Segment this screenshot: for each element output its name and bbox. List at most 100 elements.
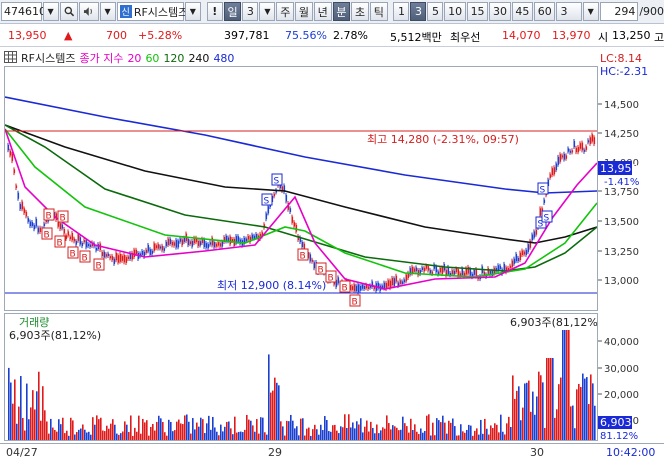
candle-body bbox=[209, 242, 212, 245]
volume-bar bbox=[288, 421, 290, 440]
legend-ma480[interactable]: 480 bbox=[213, 52, 234, 65]
volume-bar bbox=[562, 330, 564, 440]
signal-label: B bbox=[82, 254, 88, 264]
period-dropdown-icon[interactable]: ▼ bbox=[259, 2, 276, 21]
legend-ma60[interactable]: 60 bbox=[145, 52, 159, 65]
volume-bar bbox=[296, 426, 298, 440]
volume-bar bbox=[164, 432, 166, 440]
name-dropdown-icon[interactable]: ▼ bbox=[184, 2, 201, 21]
candle-body bbox=[521, 250, 524, 256]
volume-bar bbox=[60, 424, 62, 440]
period-second-button[interactable]: 초 bbox=[351, 2, 369, 21]
price-axis-label: 14,500 bbox=[604, 100, 639, 111]
volume-bar bbox=[66, 430, 68, 440]
volume-bar bbox=[248, 419, 250, 440]
minute-1-button[interactable]: 1 bbox=[393, 2, 410, 21]
minute-3-button[interactable]: 3 bbox=[410, 2, 427, 21]
candle-body bbox=[15, 185, 18, 188]
code-dropdown-icon[interactable]: ▼ bbox=[42, 2, 59, 21]
minute-30-button[interactable]: 30 bbox=[489, 2, 511, 21]
volume-bar bbox=[344, 414, 346, 440]
volume-bar bbox=[460, 424, 462, 440]
search-icon[interactable] bbox=[59, 2, 79, 21]
price-axis-label: 13,500 bbox=[604, 217, 639, 228]
volume-bar bbox=[40, 420, 42, 440]
period-month-button[interactable]: 월 bbox=[295, 2, 313, 21]
volume-bar bbox=[126, 424, 128, 440]
volume-bar bbox=[422, 432, 424, 440]
volume-bar bbox=[312, 429, 314, 440]
period-minute-button[interactable]: 분 bbox=[332, 2, 351, 21]
volume-title: 거래량 bbox=[19, 316, 49, 329]
candle-body bbox=[383, 282, 386, 289]
signal-label: B bbox=[352, 298, 358, 308]
volume-bar bbox=[388, 423, 390, 440]
minute-5-button[interactable]: 5 bbox=[427, 2, 444, 21]
volume-bar bbox=[552, 358, 554, 440]
best-bid: 13,970 bbox=[552, 29, 591, 42]
volume-bar bbox=[524, 383, 526, 440]
candle-body bbox=[517, 257, 520, 262]
candle-body bbox=[587, 140, 590, 143]
legend-ma240[interactable]: 240 bbox=[188, 52, 209, 65]
volume-bar bbox=[338, 433, 340, 440]
candle-body bbox=[267, 206, 270, 214]
period-value-input[interactable]: 3 bbox=[242, 2, 259, 21]
minute-45-button[interactable]: 45 bbox=[511, 2, 534, 21]
legend-ma-title[interactable]: 종가 지수 bbox=[79, 50, 123, 66]
price-chart-pane[interactable]: 최고 14,280 (-2.31%, 09:57) 최저 12,900 (8.1… bbox=[4, 66, 598, 311]
volume-bar bbox=[306, 428, 308, 440]
legend-ma20[interactable]: 20 bbox=[127, 52, 141, 65]
volume-bar bbox=[158, 415, 160, 440]
period-tick-button[interactable]: 틱 bbox=[369, 2, 388, 21]
credit-badge: 신 bbox=[119, 5, 132, 18]
minute-10-button[interactable]: 10 bbox=[444, 2, 466, 21]
volume-bar bbox=[350, 427, 352, 440]
display-count-input[interactable]: 294 bbox=[599, 2, 639, 21]
sound-dropdown-icon[interactable]: ▼ bbox=[99, 2, 116, 21]
candle-body bbox=[155, 245, 158, 249]
volume-bar bbox=[570, 406, 572, 440]
volume-bar bbox=[466, 429, 468, 440]
stock-name-box[interactable]: 신 RF시스템즈 bbox=[116, 2, 188, 21]
candle-body bbox=[551, 168, 554, 176]
legend-stock-name[interactable]: RF시스템즈 bbox=[21, 50, 75, 66]
grid-icon[interactable] bbox=[4, 50, 17, 66]
alert-button[interactable]: ! bbox=[206, 2, 223, 21]
candle-body bbox=[207, 244, 210, 249]
volume-bar bbox=[8, 367, 10, 440]
candle-body bbox=[403, 279, 406, 283]
period-year-button[interactable]: 년 bbox=[313, 2, 332, 21]
change-arrow-icon: ▲ bbox=[64, 29, 73, 42]
candle-body bbox=[215, 243, 218, 247]
volume-bar bbox=[298, 435, 300, 440]
volume-bar bbox=[32, 390, 34, 440]
stock-code-input[interactable]: 474610 bbox=[1, 2, 46, 21]
candle-body bbox=[151, 250, 154, 254]
candle-body bbox=[567, 148, 570, 152]
volume-bar bbox=[594, 405, 596, 440]
volume-bar bbox=[554, 417, 556, 440]
volume-bar bbox=[34, 409, 36, 440]
legend-ma120[interactable]: 120 bbox=[163, 52, 184, 65]
custom-count-input[interactable]: 3 bbox=[556, 2, 582, 21]
volume-bar bbox=[208, 415, 210, 440]
candle-body bbox=[21, 201, 24, 210]
volume-bar bbox=[14, 379, 16, 440]
candle-body bbox=[7, 144, 10, 151]
display-total: /900 bbox=[639, 5, 664, 18]
volume-chart-pane[interactable]: 거래량 6,903주(81,12%) 6,903주(81,12%) bbox=[4, 313, 602, 441]
signal-label: B bbox=[318, 266, 324, 276]
period-day-button[interactable]: 일 bbox=[223, 2, 242, 21]
candle-body bbox=[525, 249, 528, 255]
minute-15-button[interactable]: 15 bbox=[466, 2, 489, 21]
minute-60-button[interactable]: 60 bbox=[534, 2, 556, 21]
volume-bar bbox=[390, 429, 392, 440]
period-week-button[interactable]: 주 bbox=[276, 2, 295, 21]
candle-body bbox=[109, 256, 112, 259]
volume-bar bbox=[48, 433, 50, 440]
candle-body bbox=[311, 259, 314, 262]
speaker-icon[interactable] bbox=[79, 2, 99, 21]
candle-body bbox=[87, 243, 90, 247]
count-dropdown-icon[interactable]: ▼ bbox=[582, 2, 599, 21]
